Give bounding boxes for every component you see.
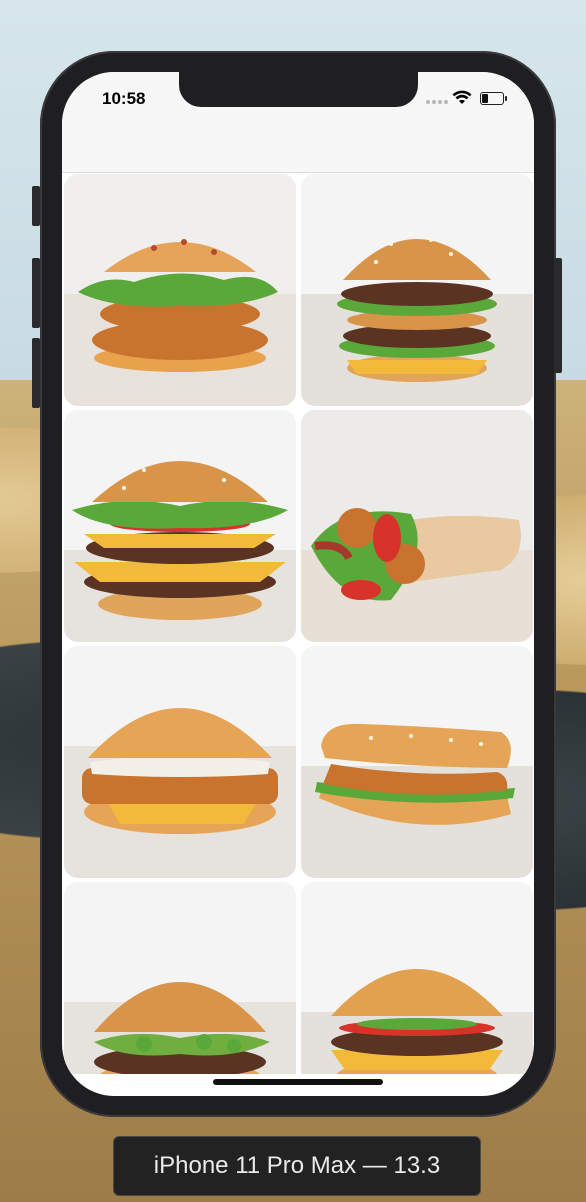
chicken-sub-image[interactable] (301, 646, 533, 878)
mute-switch (32, 186, 40, 226)
wifi-icon (452, 90, 472, 104)
home-indicator[interactable] (213, 1079, 383, 1085)
volume-up-button (32, 258, 40, 328)
cheeseburger-image[interactable] (301, 882, 533, 1074)
double-cheeseburger-image[interactable] (64, 410, 296, 642)
jalapeno-burger-image[interactable] (64, 882, 296, 1074)
fish-burger-image[interactable] (64, 646, 296, 878)
side-button (554, 258, 562, 373)
simulator-device-label: iPhone 11 Pro Max — 13.3 (113, 1136, 481, 1196)
status-time: 10:58 (102, 89, 146, 108)
signal-dots-icon (426, 100, 448, 104)
volume-down-button (32, 338, 40, 408)
food-grid (62, 174, 534, 1074)
notch (179, 72, 418, 107)
app-screen: 10:58 (62, 72, 534, 1096)
chicken-burger-image[interactable] (64, 174, 296, 406)
double-burger-image[interactable] (301, 174, 533, 406)
chicken-wrap-image[interactable] (301, 410, 533, 642)
battery-icon (480, 92, 507, 105)
